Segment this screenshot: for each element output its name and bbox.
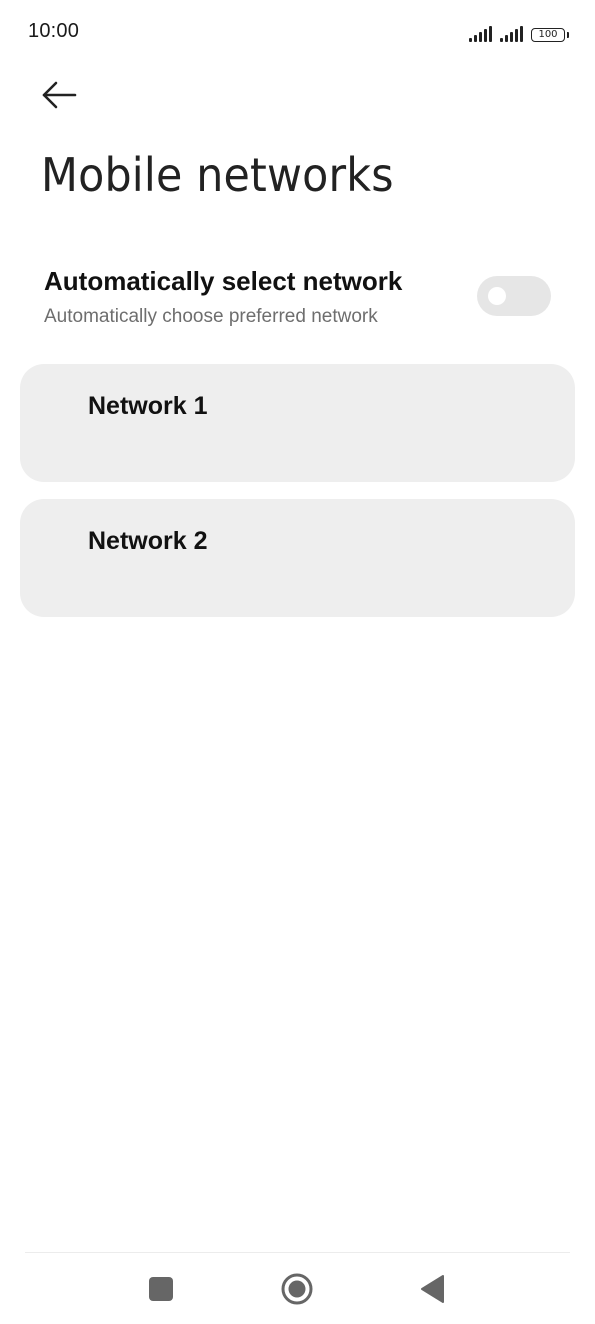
recents-button[interactable] — [139, 1269, 183, 1309]
page-title: Mobile networks — [41, 148, 394, 202]
back-button[interactable] — [36, 74, 84, 118]
auto-select-title: Automatically select network — [44, 266, 403, 296]
signal-icon — [500, 26, 523, 42]
battery-icon: 100 — [531, 28, 569, 42]
navigation-bar — [0, 1253, 595, 1324]
home-circle-icon — [281, 1273, 313, 1305]
network-item-2[interactable]: Network 2 — [20, 499, 575, 617]
recents-square-icon — [149, 1277, 173, 1301]
back-triangle-icon — [421, 1275, 444, 1303]
arrow-left-icon — [42, 81, 77, 109]
network-item-1[interactable]: Network 1 — [20, 364, 575, 482]
network-label: Network 2 — [88, 527, 208, 555]
status-time: 10:00 — [28, 20, 80, 42]
auto-select-network-row[interactable]: Automatically select network Automatical… — [20, 256, 575, 340]
network-label: Network 1 — [88, 392, 208, 420]
status-icons: 100 — [469, 22, 569, 42]
nav-back-button[interactable] — [410, 1269, 454, 1309]
battery-level: 100 — [538, 29, 558, 40]
auto-select-toggle[interactable] — [477, 276, 551, 316]
status-bar: 10:00 100 — [0, 0, 595, 64]
signal-icon — [469, 26, 492, 42]
home-button[interactable] — [275, 1269, 319, 1309]
auto-select-subtitle: Automatically choose preferred network — [44, 306, 378, 327]
toggle-knob — [488, 287, 506, 305]
